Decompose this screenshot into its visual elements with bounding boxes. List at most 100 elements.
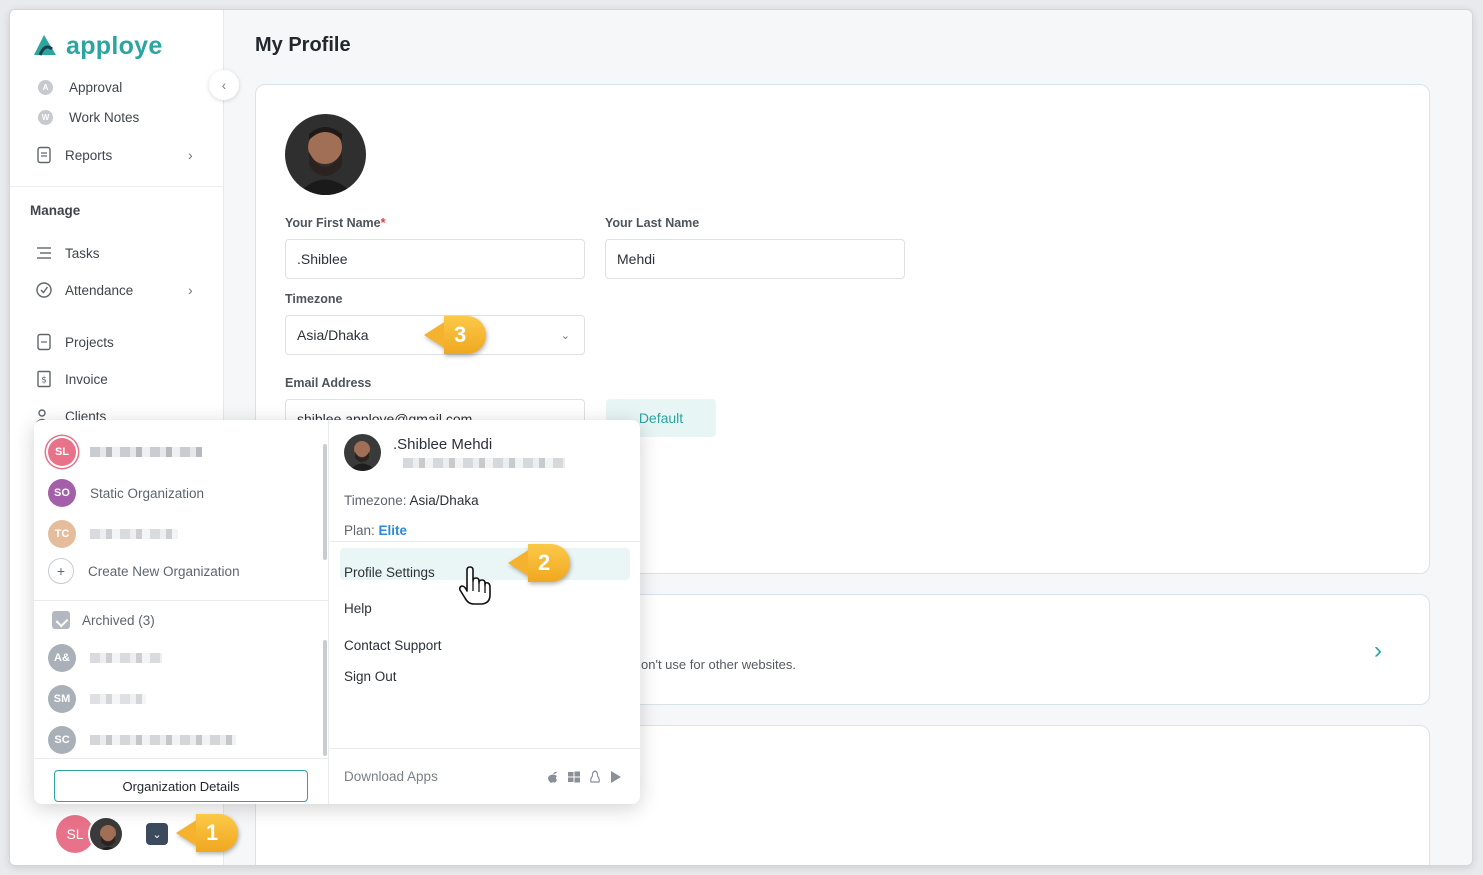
- org-avatar: SC: [48, 726, 76, 754]
- chevron-right-icon: ›: [188, 147, 193, 163]
- approval-icon: A: [38, 80, 53, 95]
- org-avatar: TC: [48, 520, 76, 548]
- last-name-label: Your Last Name: [605, 216, 700, 230]
- user-avatar-group[interactable]: SL: [56, 815, 124, 853]
- org-tab-yrt-constructions[interactable]: YRT Constructions: [1129, 828, 1399, 865]
- sidebar-item-approval[interactable]: A Approval: [35, 80, 122, 95]
- profile-settings-menu-item[interactable]: Profile Settings: [344, 565, 435, 580]
- create-org-label: Create New Organization: [88, 563, 240, 579]
- profile-photo[interactable]: [285, 114, 366, 195]
- archived-label: Archived (3): [82, 612, 155, 628]
- org-list-item[interactable]: SO Static Organization: [48, 479, 204, 507]
- help-menu-item[interactable]: Help: [344, 601, 372, 616]
- play-store-icon[interactable]: [609, 770, 623, 784]
- chevron-right-icon[interactable]: ›: [1374, 637, 1382, 665]
- org-list-item[interactable]: TC: [48, 520, 178, 548]
- redacted-org-name: [90, 653, 162, 663]
- work-notes-icon: W: [38, 110, 53, 125]
- org-name: Static Organization: [90, 485, 205, 501]
- org-avatar: SO: [48, 479, 76, 507]
- account-dropdown-toggle[interactable]: ⌄: [146, 823, 168, 845]
- last-name-input[interactable]: Mehdi: [605, 239, 905, 279]
- chevron-down-icon: ⌄: [152, 828, 162, 841]
- org-tab-static-organization[interactable]: Static Organization: [567, 828, 837, 865]
- redacted-user-email: [403, 458, 565, 468]
- apple-icon[interactable]: [546, 770, 560, 784]
- invoice-icon: $: [37, 370, 51, 388]
- sidebar-item-invoice[interactable]: $ Invoice: [35, 370, 108, 388]
- chevron-left-icon: ‹: [221, 77, 227, 93]
- divider: [330, 541, 640, 542]
- redacted-org-name: [90, 694, 146, 704]
- org-tab-spacesoft[interactable]: SpaceSoft Limited: [286, 828, 556, 865]
- page-title: My Profile: [255, 34, 351, 56]
- sidebar-item-reports[interactable]: Reports ›: [35, 146, 225, 164]
- sidebar-item-projects[interactable]: Projects: [35, 333, 114, 351]
- chevron-down-icon: ⌄: [560, 329, 570, 342]
- sidebar-item-label: Work Notes: [69, 110, 140, 125]
- organization-details-button[interactable]: Organization Details: [54, 770, 308, 802]
- hand-cursor-icon: [458, 566, 491, 605]
- sidebar-item-label: Reports: [65, 147, 113, 163]
- archived-org-item[interactable]: SM: [48, 685, 146, 713]
- step-3-callout: 3: [424, 315, 486, 355]
- manage-section-label: Manage: [30, 203, 81, 218]
- apploye-logo-icon: [34, 35, 56, 56]
- divider: [34, 600, 329, 601]
- linux-icon[interactable]: [588, 770, 602, 784]
- plus-icon: +: [48, 558, 74, 584]
- org-avatar: SM: [48, 685, 76, 713]
- document-icon: [37, 146, 51, 164]
- archive-icon: [52, 611, 70, 629]
- sidebar-item-label: Tasks: [65, 245, 100, 261]
- user-plan: Plan: Elite: [344, 523, 408, 538]
- sidebar-item-attendance[interactable]: Attendance ›: [35, 281, 225, 299]
- sidebar-item-label: Projects: [65, 334, 114, 350]
- user-timezone: Timezone: Asia/Dhaka: [344, 493, 479, 508]
- sidebar-item-label: Approval: [69, 80, 123, 95]
- sidebar-item-label: Attendance: [65, 282, 134, 298]
- organization-list-panel: SL SO Static Organization TC + Create Ne…: [34, 420, 329, 804]
- first-name-label: Your First Name*: [285, 216, 386, 230]
- sidebar-item-label: Invoice: [65, 371, 108, 387]
- timezone-value: Asia/Dhaka: [297, 327, 369, 343]
- org-tab-training-camp[interactable]: Training camp: [848, 828, 1118, 865]
- org-avatar: SL: [48, 438, 76, 466]
- step-1-callout: 1: [176, 813, 238, 853]
- collapse-sidebar-button[interactable]: ‹: [209, 70, 239, 100]
- scrollbar[interactable]: [323, 640, 327, 756]
- timezone-label: Timezone: [285, 292, 343, 306]
- divider: [34, 758, 329, 759]
- redacted-org-name: [90, 447, 202, 457]
- projects-icon: [37, 333, 51, 351]
- svg-text:$: $: [41, 376, 47, 386]
- org-list-item[interactable]: SL: [48, 438, 202, 466]
- scrollbar[interactable]: [323, 444, 327, 560]
- sidebar-item-work-notes[interactable]: W Work Notes: [35, 110, 139, 125]
- redacted-org-name: [90, 529, 178, 539]
- step-2-callout: 2: [508, 543, 570, 583]
- security-card-text: on't use for other websites.: [641, 657, 796, 672]
- windows-icon[interactable]: [567, 770, 581, 784]
- download-apps-label: Download Apps: [344, 769, 438, 784]
- user-menu-panel: .Shiblee Mehdi Timezone: Asia/Dhaka Plan…: [330, 420, 640, 804]
- sign-out-menu-item[interactable]: Sign Out: [344, 669, 397, 684]
- create-new-organization-button[interactable]: + Create New Organization: [48, 558, 240, 584]
- sidebar-item-tasks[interactable]: Tasks: [35, 244, 100, 262]
- user-photo: [88, 816, 124, 852]
- first-name-input[interactable]: .Shiblee: [285, 239, 585, 279]
- attendance-icon: [36, 282, 52, 298]
- contact-support-menu-item[interactable]: Contact Support: [344, 638, 442, 653]
- archived-org-item[interactable]: A&: [48, 644, 162, 672]
- tasks-icon: [37, 247, 51, 259]
- download-app-icons: [546, 770, 623, 784]
- archived-section-toggle[interactable]: Archived (3): [52, 611, 155, 629]
- divider: [330, 748, 640, 749]
- user-name: .Shiblee Mehdi: [393, 436, 493, 453]
- archived-org-item[interactable]: SC: [48, 726, 236, 754]
- email-label: Email Address: [285, 376, 372, 390]
- account-popup-menu: SL SO Static Organization TC + Create Ne…: [34, 420, 640, 804]
- apploye-logo[interactable]: apploye: [30, 30, 163, 62]
- chevron-right-icon: ›: [188, 282, 193, 298]
- org-avatar: A&: [48, 644, 76, 672]
